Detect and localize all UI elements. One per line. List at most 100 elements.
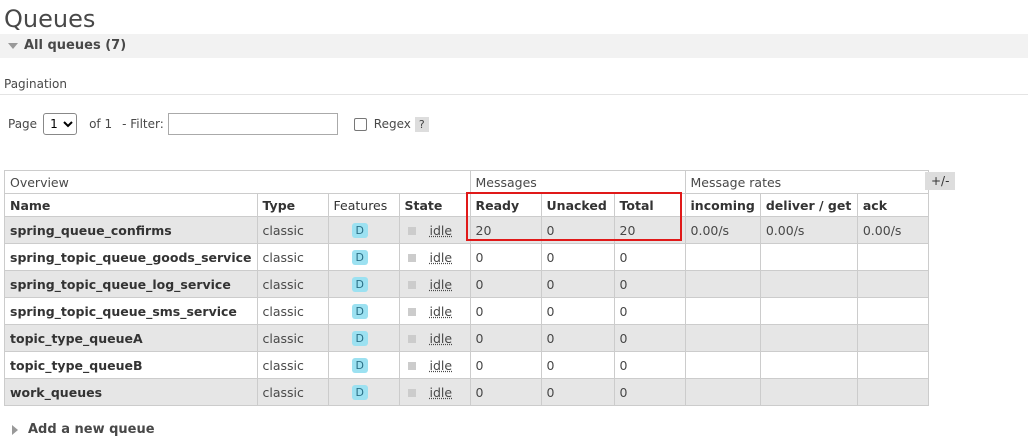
state-label: idle xyxy=(429,384,453,400)
col-incoming[interactable]: incoming xyxy=(684,193,761,217)
col-features[interactable]: Features xyxy=(327,193,400,217)
incoming-rate xyxy=(684,270,761,298)
unacked-count: 0 xyxy=(540,216,615,244)
total-count: 0 xyxy=(613,378,686,406)
ready-count: 0 xyxy=(469,297,542,325)
state-label: idle xyxy=(429,357,453,373)
queue-name-link[interactable]: spring_topic_queue_sms_service xyxy=(4,297,258,325)
queue-state: idle xyxy=(398,216,471,244)
regex-checkbox-wrap[interactable]: Regex ? xyxy=(353,116,429,132)
ack-rate xyxy=(856,378,929,406)
state-square-icon xyxy=(407,281,416,289)
ack-rate xyxy=(856,270,929,298)
ready-count: 0 xyxy=(469,324,542,352)
state-square-icon xyxy=(407,227,416,235)
group-messages: Messages xyxy=(469,170,686,194)
queue-type: classic xyxy=(256,270,329,298)
col-type[interactable]: Type xyxy=(256,193,329,217)
incoming-rate xyxy=(684,351,761,379)
queue-type: classic xyxy=(256,243,329,271)
queue-features: D xyxy=(327,297,400,325)
queue-features: D xyxy=(327,216,400,244)
collapse-triangle-icon xyxy=(8,42,18,49)
durable-badge: D xyxy=(351,223,368,238)
unacked-count: 0 xyxy=(540,270,615,298)
incoming-rate xyxy=(684,297,761,325)
queue-name-link[interactable]: spring_topic_queue_log_service xyxy=(4,270,258,298)
section-bar xyxy=(0,34,1028,58)
deliver-get-rate xyxy=(759,351,858,379)
deliver-get-rate xyxy=(759,324,858,352)
state-square-icon xyxy=(407,335,416,343)
table-row: spring_queue_confirms classic Didle 20 0 20 0.… xyxy=(4,216,929,244)
divider xyxy=(0,94,1028,95)
queue-type: classic xyxy=(256,351,329,379)
ready-count: 0 xyxy=(469,270,542,298)
state-label: idle xyxy=(429,249,453,265)
col-total[interactable]: Total xyxy=(613,193,686,217)
queue-name-link[interactable]: spring_topic_queue_goods_service xyxy=(4,243,258,271)
ack-rate xyxy=(856,324,929,352)
state-square-icon xyxy=(407,389,416,397)
queue-state: idle xyxy=(398,270,471,298)
state-square-icon xyxy=(407,308,416,316)
col-deliver-get[interactable]: deliver / get xyxy=(759,193,858,217)
ack-rate xyxy=(856,297,929,325)
queue-name-link[interactable]: spring_queue_confirms xyxy=(4,216,258,244)
ready-count: 20 xyxy=(469,216,542,244)
durable-badge: D xyxy=(351,304,368,319)
queue-state: idle xyxy=(398,243,471,271)
queue-features: D xyxy=(327,324,400,352)
queue-state: idle xyxy=(398,351,471,379)
durable-badge: D xyxy=(351,385,368,400)
regex-checkbox[interactable] xyxy=(353,117,367,131)
col-name[interactable]: Name xyxy=(4,193,258,217)
ack-rate: 0.00/s xyxy=(856,216,929,244)
deliver-get-rate xyxy=(759,297,858,325)
ack-rate xyxy=(856,243,929,271)
table-row: spring_topic_queue_goods_service classic D… xyxy=(4,243,929,271)
durable-badge: D xyxy=(351,277,368,292)
state-label: idle xyxy=(429,303,453,319)
state-square-icon xyxy=(407,362,416,370)
queue-type: classic xyxy=(256,378,329,406)
all-queues-label: All queues (7) xyxy=(24,38,127,53)
all-queues-toggle[interactable]: All queues (7) xyxy=(8,38,126,53)
ack-rate xyxy=(856,351,929,379)
total-count: 0 xyxy=(613,243,686,271)
col-ack[interactable]: ack xyxy=(856,193,929,217)
col-unacked[interactable]: Unacked xyxy=(540,193,615,217)
page-title: Queues xyxy=(4,5,96,33)
pagination-heading: Pagination xyxy=(4,77,67,91)
filter-input[interactable] xyxy=(167,113,338,135)
state-label: idle xyxy=(429,222,453,238)
page-select[interactable]: 1 xyxy=(43,113,78,135)
deliver-get-rate xyxy=(759,270,858,298)
total-count: 20 xyxy=(613,216,686,244)
table-row: topic_type_queueA classic Didle 0 0 0 xyxy=(4,324,929,352)
durable-badge: D xyxy=(351,358,368,373)
queue-features: D xyxy=(327,378,400,406)
durable-badge: D xyxy=(351,250,368,265)
queues-table: Overview Messages Message rates Name Typ… xyxy=(4,170,929,406)
queue-type: classic xyxy=(256,216,329,244)
durable-badge: D xyxy=(351,331,368,346)
table-row: spring_topic_queue_log_service classic Did… xyxy=(4,270,929,298)
col-ready[interactable]: Ready xyxy=(469,193,542,217)
col-state[interactable]: State xyxy=(398,193,471,217)
state-square-icon xyxy=(407,254,416,262)
regex-help-button[interactable]: ? xyxy=(414,116,429,132)
columns-toggle-button[interactable]: +/- xyxy=(925,172,956,190)
incoming-rate xyxy=(684,378,761,406)
group-overview: Overview xyxy=(4,170,471,194)
table-row: spring_topic_queue_sms_service classic Did… xyxy=(4,297,929,325)
total-count: 0 xyxy=(613,351,686,379)
unacked-count: 0 xyxy=(540,297,615,325)
queue-name-link[interactable]: work_queues xyxy=(4,378,258,406)
queue-name-link[interactable]: topic_type_queueB xyxy=(4,351,258,379)
filter-label: - Filter: xyxy=(122,117,164,131)
queue-type: classic xyxy=(256,324,329,352)
queue-name-link[interactable]: topic_type_queueA xyxy=(4,324,258,352)
deliver-get-rate xyxy=(759,378,858,406)
unacked-count: 0 xyxy=(540,324,615,352)
